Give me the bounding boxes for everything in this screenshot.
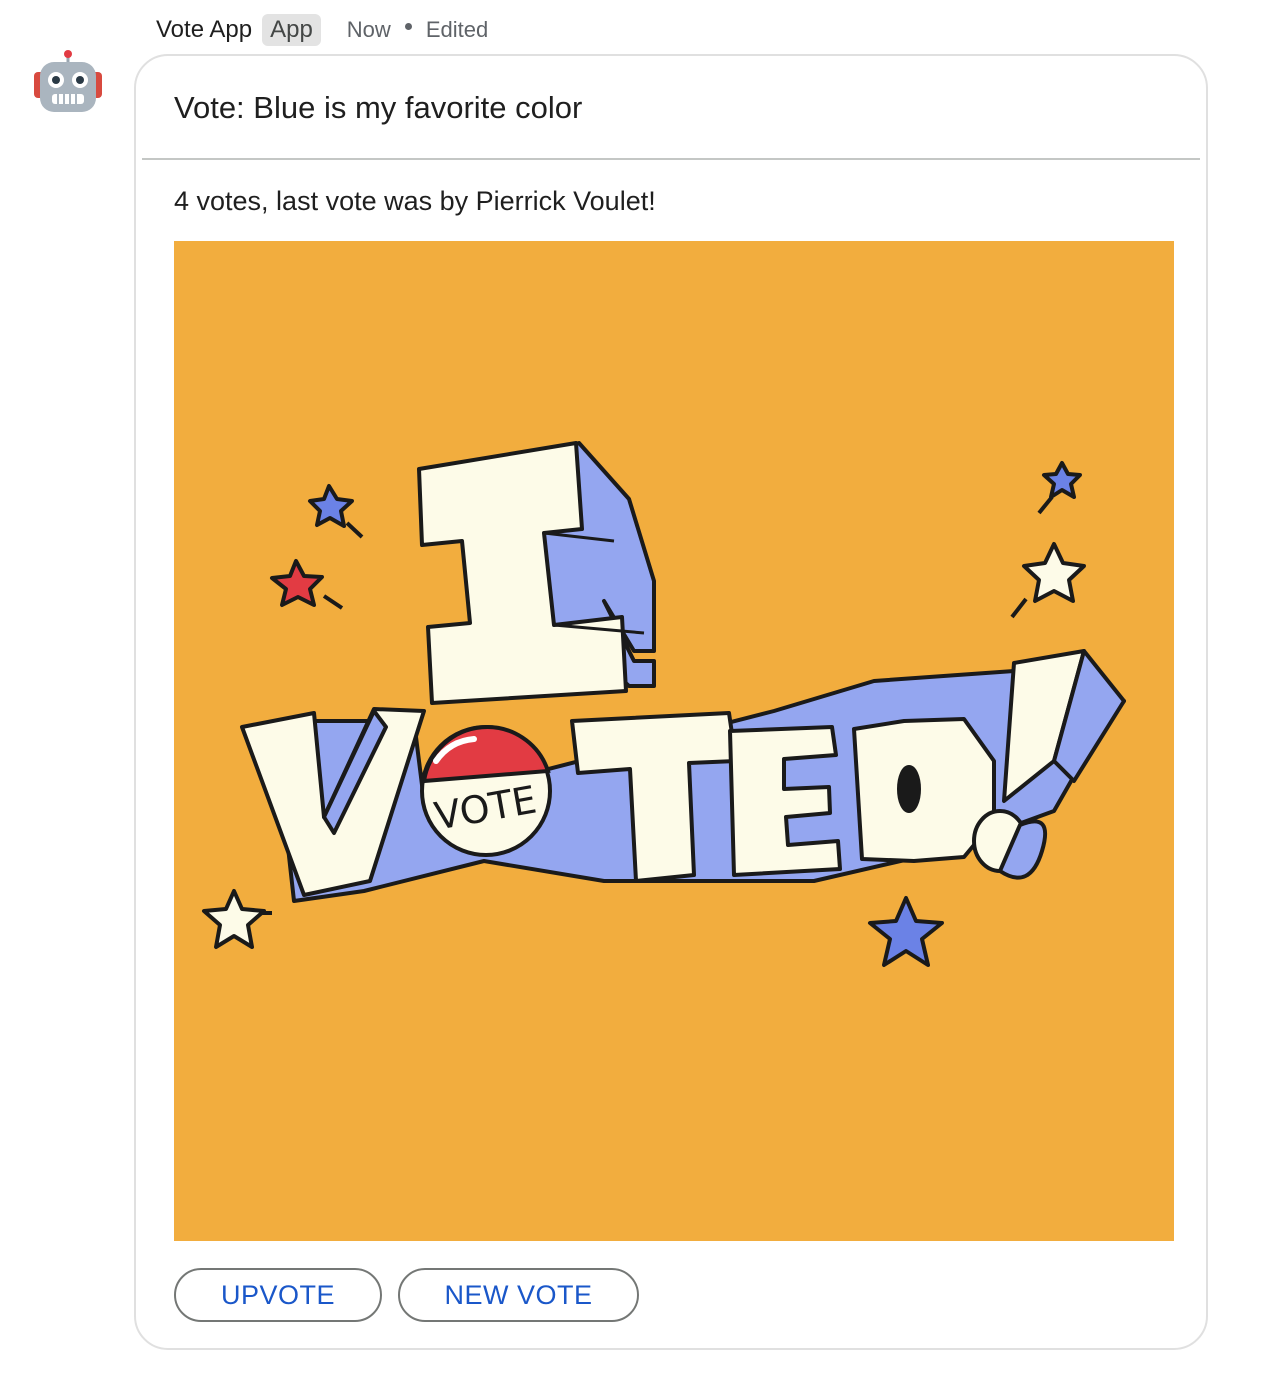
letters-voted	[240, 649, 1126, 903]
robot-icon	[34, 50, 102, 112]
message-header: Vote App App Now Edited	[156, 12, 488, 48]
card-actions: UPVOTE NEW VOTE	[174, 1268, 639, 1322]
new-vote-button[interactable]: NEW VOTE	[398, 1268, 639, 1322]
message-card: Vote: Blue is my favorite color 4 votes,…	[134, 54, 1208, 1350]
app-badge: App	[262, 14, 321, 46]
avatar[interactable]	[34, 50, 102, 114]
upvote-button[interactable]: UPVOTE	[174, 1268, 382, 1322]
edited-label: Edited	[425, 17, 489, 42]
letter-i	[417, 441, 656, 705]
i-voted-image: VOTE	[174, 241, 1174, 1241]
separator-dot	[404, 22, 412, 30]
card-title: Vote: Blue is my favorite color	[174, 90, 583, 125]
timestamp: Now	[346, 17, 391, 42]
vote-summary-text: 4 votes, last vote was by Pierrick Voule…	[174, 186, 656, 216]
divider	[142, 158, 1200, 160]
chat-message: Vote App App Now Edited Vote: Blue is my…	[0, 0, 1278, 1390]
sender-name[interactable]: Vote App	[156, 16, 252, 44]
